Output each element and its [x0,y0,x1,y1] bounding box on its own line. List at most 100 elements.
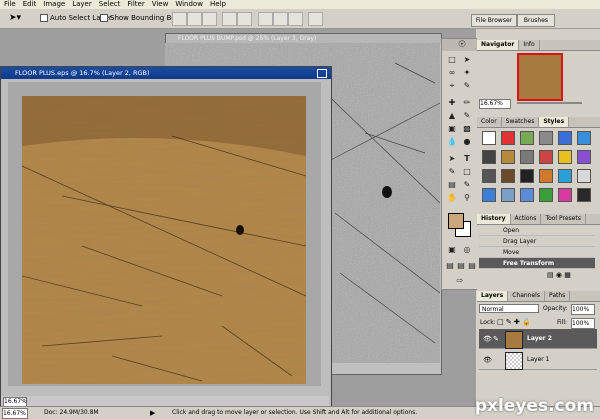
distribute-1-button[interactable] [258,12,273,26]
style-swatch[interactable] [501,131,515,145]
style-swatch[interactable] [539,131,553,145]
window-maximize-icon[interactable] [317,69,327,78]
crop-tool-icon[interactable]: ⌖ [446,80,458,91]
style-swatch[interactable] [558,188,572,202]
navigator-preview[interactable] [517,53,563,101]
front-document-title[interactable]: FLOOR PLUS.eps @ 16.7% (Layer 2, RGB) [1,67,331,79]
style-swatch[interactable] [577,188,591,202]
history-item-active[interactable]: Free Transform [479,258,595,269]
style-swatch[interactable] [520,169,534,183]
align-top-button[interactable] [172,12,187,26]
distribute-3-button[interactable] [288,12,303,26]
tab-layers[interactable]: Layers [477,291,509,301]
style-swatch[interactable] [577,169,591,183]
distribute-2-button[interactable] [273,12,288,26]
lasso-tool-icon[interactable]: ∞ [446,67,458,78]
blur-tool-icon[interactable]: 💧 [446,136,458,147]
style-swatch[interactable] [482,169,496,183]
tab-actions[interactable]: Actions [511,214,542,224]
style-swatch[interactable] [577,150,591,164]
tab-color[interactable]: Color [477,117,502,127]
style-swatch[interactable] [520,150,534,164]
gradient-tool-icon[interactable]: ▩ [461,123,473,134]
status-zoom-field[interactable]: 16.67% [2,408,28,419]
type-tool-icon[interactable]: T [461,153,473,164]
align-left-button[interactable] [222,12,237,26]
style-swatch[interactable] [482,131,496,145]
style-swatch[interactable] [539,169,553,183]
menu-file[interactable]: File [4,0,16,9]
hand-tool-icon[interactable]: ✋ [446,192,458,203]
move-tool-icon[interactable]: ➤▾ [9,13,21,23]
magic-wand-icon[interactable]: ✦ [461,67,473,78]
zoom-tool-icon[interactable]: ⚲ [461,192,473,203]
marquee-tool-icon[interactable]: □ [446,54,458,65]
menu-layer[interactable]: Layer [72,0,92,9]
dodge-tool-icon[interactable]: ● [461,136,473,147]
shape-tool-icon[interactable]: □ [461,166,473,177]
navigator-zoom-field[interactable]: 16.67% [479,99,511,109]
menu-edit[interactable]: Edit [23,0,37,9]
fill-field[interactable]: 100% [571,318,595,329]
opacity-field[interactable]: 100% [571,304,595,315]
style-swatch[interactable] [501,188,515,202]
healing-brush-icon[interactable]: ✚ [446,97,458,108]
style-swatch[interactable] [482,150,496,164]
navigator-zoom-slider[interactable] [517,102,582,104]
visibility-eye-icon[interactable]: 👁 [483,350,492,370]
eyedropper-icon[interactable]: ✎ [461,179,473,190]
history-brush-icon[interactable]: ✎ [461,110,473,121]
menu-help[interactable]: Help [210,0,226,9]
style-swatch[interactable] [558,169,572,183]
blend-mode-select[interactable]: Normal [479,304,539,313]
visibility-eye-icon[interactable]: 👁 [483,329,492,349]
menu-image[interactable]: Image [43,0,65,9]
pen-tool-icon[interactable]: ✎ [446,166,458,177]
camera-icon[interactable]: ◉ [556,271,562,279]
auto-select-checkbox[interactable] [40,14,48,22]
tab-styles[interactable]: Styles [539,117,570,127]
style-swatch[interactable] [577,131,591,145]
layer-name[interactable]: Layer 1 [527,350,549,370]
standard-mode-icon[interactable]: ▣ [446,244,458,255]
bounding-box-option[interactable]: Show Bounding Box [100,14,180,22]
style-swatch[interactable] [520,188,534,202]
tab-channels[interactable]: Channels [508,291,545,301]
style-swatch[interactable] [539,188,553,202]
tab-tool-presets[interactable]: Tool Presets [541,214,586,224]
style-swatch[interactable] [539,150,553,164]
path-select-icon[interactable]: ➤ [446,153,458,164]
wood-canvas[interactable] [22,96,306,384]
menu-window[interactable]: Window [175,0,203,9]
align-middle-button[interactable] [237,12,252,26]
style-swatch[interactable] [520,131,534,145]
style-swatch[interactable] [501,169,515,183]
bounding-box-checkbox[interactable] [100,14,108,22]
eraser-tool-icon[interactable]: ▣ [446,123,458,134]
move-tool-icon[interactable]: ➤ [461,54,473,65]
tab-paths[interactable]: Paths [545,291,571,301]
history-item[interactable]: Open [479,225,595,236]
tab-file-browser[interactable]: File Browser [471,14,517,27]
align-bottom-button[interactable] [202,12,217,26]
menu-view[interactable]: View [152,0,169,9]
style-swatch[interactable] [501,150,515,164]
jump-to-imageready-icon[interactable]: ⇨ [454,275,466,286]
tab-navigator[interactable]: Navigator [477,40,520,50]
lock-icons[interactable]: □ ✎ ✚ 🔒 [497,318,531,326]
style-swatch[interactable] [482,188,496,202]
history-item[interactable]: Drag Layer [479,236,595,247]
layer-row-active[interactable]: 👁 ✎ Layer 2 [479,329,597,349]
brush-link-icon[interactable]: ✎ [493,329,499,349]
history-item[interactable]: Move [479,247,595,258]
brush-tool-icon[interactable]: ✏ [461,97,473,108]
style-swatch[interactable] [558,131,572,145]
tab-brushes[interactable]: Brushes [517,14,555,27]
tab-history[interactable]: History [477,214,511,224]
style-swatch[interactable] [558,150,572,164]
layer-row[interactable]: 👁 Layer 1 [479,350,597,370]
quick-mask-icon[interactable]: ◎ [461,244,473,255]
align-center-button[interactable] [187,12,202,26]
new-snapshot-icon[interactable]: ▤ [547,271,554,279]
distribute-4-button[interactable] [308,12,323,26]
